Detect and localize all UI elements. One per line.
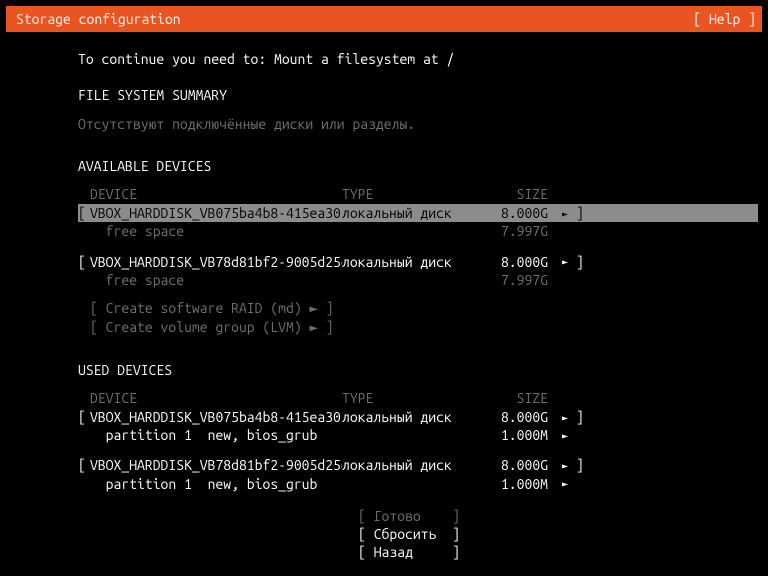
- device-sub-row: free space 7.997G: [78, 222, 758, 240]
- action-lvm[interactable]: [ Create volume group (LVM) ► ]: [90, 318, 758, 337]
- chevron-right-icon: ►: [554, 411, 576, 424]
- device-name: VBOX_HARDDISK_VB78d81bf2-9005d25d: [90, 456, 342, 474]
- section-title-available: AVAILABLE DEVICES: [78, 157, 740, 175]
- continue-hint: To continue you need to: Mount a filesys…: [78, 50, 740, 68]
- footer-buttons: [ Готово ][ Сбросить ][ Назад ]: [60, 507, 758, 562]
- footer-button[interactable]: [ Назад ]: [60, 543, 758, 561]
- continue-prefix: To continue you need to:: [78, 51, 274, 67]
- device-name: VBOX_HARDDISK_VB78d81bf2-9005d25d: [90, 253, 342, 271]
- available-table: DEVICE TYPE SIZE [VBOX_HARDDISK_VB075ba4…: [78, 185, 758, 337]
- col-device: DEVICE: [90, 389, 342, 407]
- device-size: 8.000G: [482, 456, 554, 474]
- col-type: TYPE: [342, 185, 482, 203]
- col-size: SIZE: [482, 389, 554, 407]
- section-title-used: USED DEVICES: [78, 361, 740, 379]
- chevron-right-icon: ►: [554, 477, 576, 490]
- device-sub-row: partition 1 new, bios_grub 1.000M►: [78, 426, 758, 444]
- device-type: локальный диск: [342, 253, 482, 271]
- device-name: partition 1 new, bios_grub: [90, 475, 342, 493]
- chevron-right-icon: ►: [554, 429, 576, 442]
- device-row[interactable]: [VBOX_HARDDISK_VB78d81bf2-9005d25dлокаль…: [78, 253, 758, 271]
- chevron-right-icon: ►: [554, 207, 576, 220]
- device-size: 8.000G: [482, 408, 554, 426]
- continue-action: Mount a filesystem at /: [274, 51, 454, 67]
- used-headers: DEVICE TYPE SIZE: [78, 389, 758, 407]
- device-sub-row: free space 7.997G: [78, 271, 758, 289]
- content: To continue you need to: Mount a filesys…: [0, 32, 768, 576]
- device-name: VBOX_HARDDISK_VB075ba4b8-415ea30f: [90, 408, 342, 426]
- device-name: partition 1 new, bios_grub: [90, 426, 342, 444]
- help-button[interactable]: [ Help ]: [693, 10, 756, 28]
- col-type: TYPE: [342, 389, 482, 407]
- device-size: 7.997G: [482, 271, 554, 289]
- device-size: 7.997G: [482, 222, 554, 240]
- device-type: локальный диск: [342, 204, 482, 222]
- chevron-right-icon: ►: [554, 255, 576, 268]
- device-row[interactable]: [VBOX_HARDDISK_VB78d81bf2-9005d25dлокаль…: [78, 456, 758, 474]
- col-size: SIZE: [482, 185, 554, 203]
- col-device: DEVICE: [90, 185, 342, 203]
- device-name: free space: [90, 271, 342, 289]
- device-type: локальный диск: [342, 456, 482, 474]
- section-title-summary: FILE SYSTEM SUMMARY: [78, 86, 740, 104]
- device-row[interactable]: [VBOX_HARDDISK_VB075ba4b8-415ea30fлокаль…: [78, 408, 758, 426]
- titlebar: Storage configuration [ Help ]: [6, 6, 762, 32]
- device-size: 1.000M: [482, 426, 554, 444]
- available-headers: DEVICE TYPE SIZE: [78, 185, 758, 203]
- device-type: локальный диск: [342, 408, 482, 426]
- device-sub-row: partition 1 new, bios_grub 1.000M►: [78, 475, 758, 493]
- installer-screen: Storage configuration [ Help ] To contin…: [0, 0, 768, 576]
- summary-empty: Отсутствуют подключённые диски или разде…: [78, 115, 758, 133]
- device-size: 1.000M: [482, 475, 554, 493]
- page-title: Storage configuration: [16, 10, 181, 28]
- device-size: 8.000G: [482, 253, 554, 271]
- action-raid[interactable]: [ Create software RAID (md) ► ]: [90, 299, 758, 318]
- device-name: VBOX_HARDDISK_VB075ba4b8-415ea30f: [90, 204, 342, 222]
- device-name: free space: [90, 222, 342, 240]
- chevron-right-icon: ►: [554, 459, 576, 472]
- footer-button[interactable]: [ Сбросить ]: [60, 525, 758, 543]
- available-actions: [ Create software RAID (md) ► ] [ Create…: [90, 299, 758, 337]
- footer-button: [ Готово ]: [60, 507, 758, 525]
- device-row[interactable]: [VBOX_HARDDISK_VB075ba4b8-415ea30fлокаль…: [78, 204, 758, 222]
- device-size: 8.000G: [482, 204, 554, 222]
- used-table: DEVICE TYPE SIZE [VBOX_HARDDISK_VB075ba4…: [78, 389, 758, 493]
